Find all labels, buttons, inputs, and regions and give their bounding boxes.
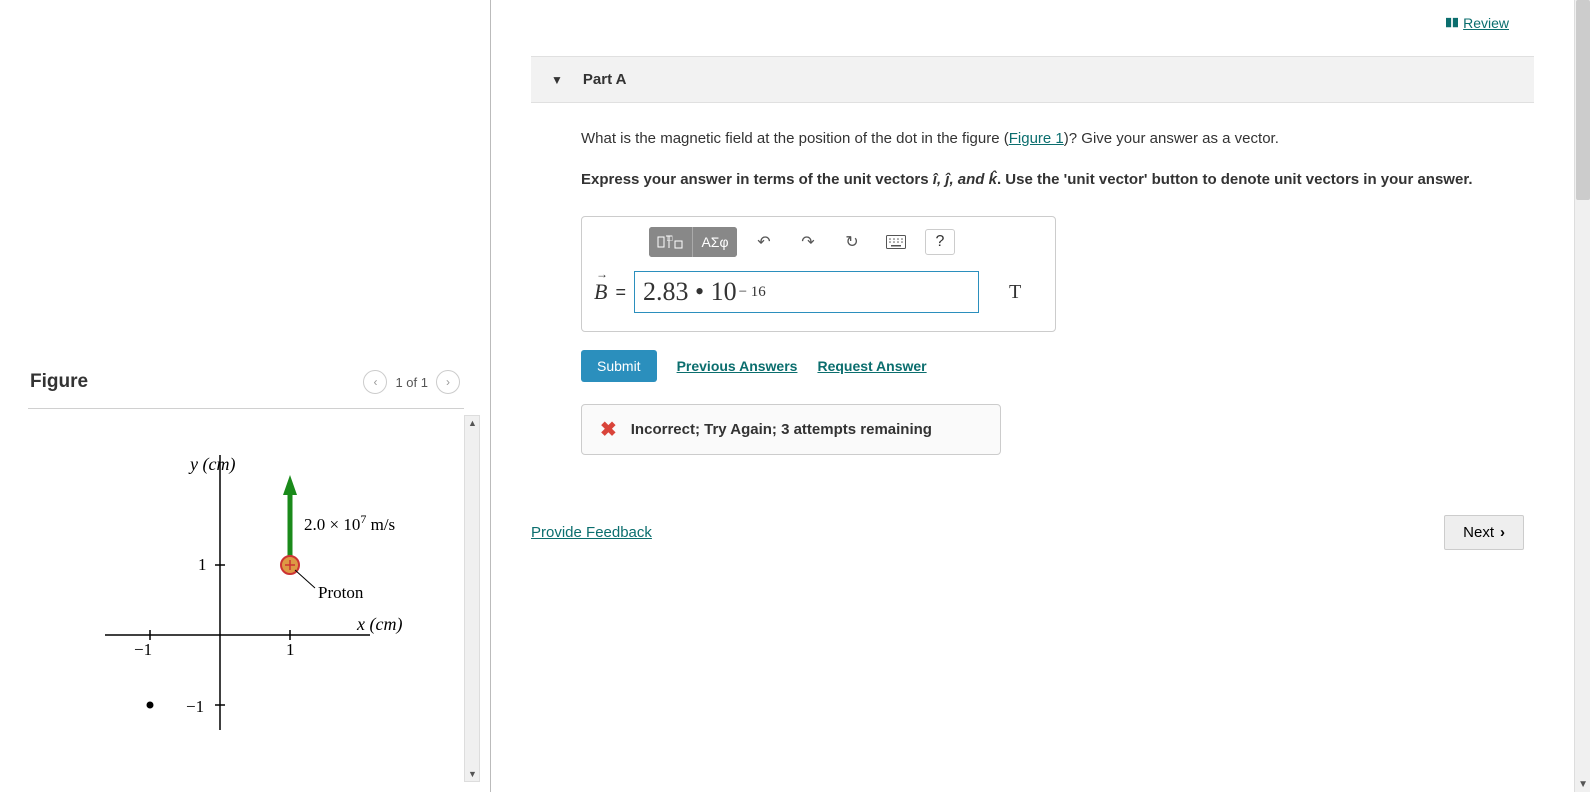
scroll-down-icon: ▼ — [468, 769, 477, 779]
svg-text:Proton: Proton — [318, 583, 364, 602]
answer-input[interactable]: 2.83 • 10− 16 — [634, 271, 979, 313]
figure-divider — [28, 408, 464, 409]
figure-panel: Figure ‹ 1 of 1 › ▲ ▼ — [0, 0, 490, 792]
answer-box: □ ΑΣφ ↶ ↷ ↻ ? B = 2.83 • 10− — [581, 216, 1056, 332]
svg-text:□: □ — [667, 233, 673, 243]
keyboard-button[interactable] — [879, 227, 913, 257]
svg-text:2.0 × 107 m/s: 2.0 × 107 m/s — [304, 512, 395, 534]
part-title: Part A — [583, 71, 627, 88]
scroll-up-icon: ▲ — [468, 418, 477, 428]
part-header[interactable]: ▼ Part A — [531, 56, 1534, 103]
page-scrollbar[interactable]: ▼ — [1574, 0, 1590, 792]
svg-text:1: 1 — [198, 555, 207, 574]
incorrect-icon: ✖ — [600, 417, 617, 442]
svg-text:x (cm): x (cm) — [356, 614, 402, 635]
feedback-message: Incorrect; Try Again; 3 attempts remaini… — [631, 421, 932, 438]
review-link[interactable]: Review — [1445, 15, 1509, 31]
figure-next-button[interactable]: › — [436, 370, 460, 394]
variable-label: B — [594, 279, 607, 305]
collapse-icon: ▼ — [551, 73, 563, 87]
figure-diagram: y (cm) x (cm) 2.0 × 107 m/s Proton 1 1 −… — [90, 440, 430, 760]
next-button[interactable]: Next › — [1444, 515, 1524, 550]
unit-label: T — [1009, 281, 1021, 304]
figure-heading: Figure — [30, 371, 88, 393]
svg-text:−1: −1 — [134, 640, 152, 659]
request-answer-link[interactable]: Request Answer — [817, 358, 926, 374]
templates-icon: □ — [657, 233, 685, 251]
keyboard-icon — [886, 235, 906, 249]
redo-button[interactable]: ↷ — [791, 227, 825, 257]
book-icon — [1445, 17, 1459, 29]
svg-text:−1: −1 — [186, 697, 204, 716]
question-panel: Review ▼ Part A What is the magnetic fie… — [491, 0, 1574, 792]
answer-toolbar: □ ΑΣφ ↶ ↷ ↻ ? — [649, 227, 1043, 257]
reset-button[interactable]: ↻ — [835, 227, 869, 257]
chevron-right-icon: › — [1500, 524, 1505, 541]
scrollbar-thumb[interactable] — [1576, 0, 1590, 200]
next-label: Next — [1463, 524, 1494, 541]
undo-button[interactable]: ↶ — [747, 227, 781, 257]
templates-button[interactable]: □ — [649, 227, 693, 257]
instruction-text: Express your answer in terms of the unit… — [581, 169, 1514, 192]
svg-text:1: 1 — [286, 640, 295, 659]
feedback-box: ✖ Incorrect; Try Again; 3 attempts remai… — [581, 404, 1001, 455]
equals-sign: = — [615, 282, 626, 303]
figure-link[interactable]: Figure 1 — [1009, 130, 1064, 147]
figure-pager-text: 1 of 1 — [395, 375, 428, 390]
svg-text:y (cm): y (cm) — [188, 454, 235, 475]
submit-button[interactable]: Submit — [581, 350, 657, 382]
question-text: What is the magnetic field at the positi… — [581, 128, 1514, 151]
figure-prev-button[interactable]: ‹ — [363, 370, 387, 394]
help-button[interactable]: ? — [925, 229, 955, 255]
figure-scrollbar[interactable]: ▲ ▼ — [464, 415, 480, 782]
previous-answers-link[interactable]: Previous Answers — [677, 358, 798, 374]
figure-pager: ‹ 1 of 1 › — [363, 370, 460, 394]
provide-feedback-link[interactable]: Provide Feedback — [531, 524, 652, 541]
review-label: Review — [1463, 15, 1509, 31]
scroll-down-arrow-icon: ▼ — [1578, 779, 1588, 790]
greek-button[interactable]: ΑΣφ — [693, 227, 737, 257]
